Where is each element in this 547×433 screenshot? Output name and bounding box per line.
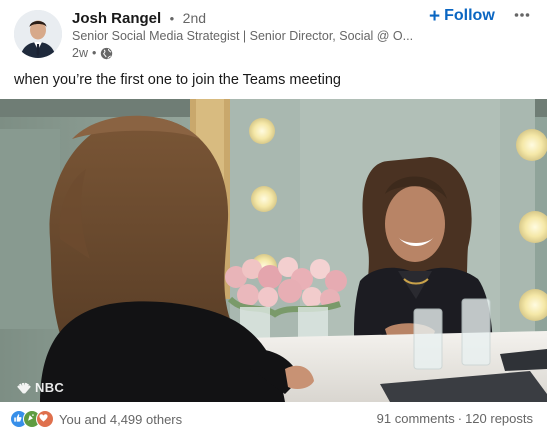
love-icon: [36, 410, 54, 428]
reactions-summary[interactable]: You and 4,499 others: [10, 410, 182, 428]
engagement-counts: 91 comments · 120 reposts: [377, 411, 533, 426]
ellipsis-icon: [514, 13, 530, 17]
more-options-button[interactable]: [508, 5, 536, 25]
post-image[interactable]: [0, 99, 547, 402]
post-text: when you’re the first one to join the Te…: [14, 72, 341, 88]
globe-icon: [100, 47, 113, 60]
author-name[interactable]: Josh Rangel: [72, 10, 161, 27]
post-header: Josh Rangel • 2nd Senior Social Media St…: [0, 0, 547, 68]
peacock-logo-icon: [17, 382, 31, 394]
avatar-photo: [14, 10, 62, 58]
follow-button[interactable]: + Follow: [425, 4, 499, 28]
separator-dot: ·: [457, 411, 463, 426]
follow-label: Follow: [444, 7, 495, 24]
comments-link[interactable]: 91 comments: [377, 411, 455, 426]
separator-dot: •: [169, 11, 175, 26]
interview-scene-image: [0, 99, 547, 402]
author-headline: Senior Social Media Strategist | Senior …: [72, 29, 414, 43]
watermark-text: NBC: [35, 380, 65, 395]
reposts-link[interactable]: 120 reposts: [465, 411, 533, 426]
post-time: 2w: [72, 46, 88, 60]
plus-icon: +: [429, 5, 441, 27]
author-line: Josh Rangel • 2nd: [72, 10, 206, 28]
nbc-watermark: NBC: [16, 380, 64, 395]
post-meta: 2w •: [72, 46, 113, 60]
separator-dot: •: [91, 46, 97, 60]
reactions-count: You and 4,499 others: [59, 411, 183, 427]
author-avatar[interactable]: [14, 10, 62, 58]
social-counts-bar: You and 4,499 others 91 comments · 120 rep…: [0, 402, 547, 433]
connection-degree: 2nd: [182, 10, 207, 26]
